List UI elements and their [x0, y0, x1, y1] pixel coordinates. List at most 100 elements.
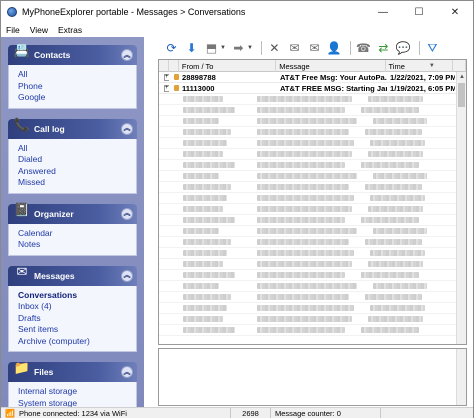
redacted-text: [183, 140, 227, 146]
panel-contacts-header[interactable]: 📇 Contacts ︽: [8, 43, 137, 65]
column-time[interactable]: Time ▼: [386, 60, 454, 72]
panel-files-header[interactable]: 📁 Files ︽: [8, 360, 137, 382]
refresh-icon[interactable]: ⟳: [163, 40, 180, 57]
row-time: 1/22/2021, 7:09 PM: [390, 72, 455, 82]
panel-organizer-title: Organizer: [34, 208, 74, 219]
new-message-icon[interactable]: 💬: [395, 40, 412, 57]
redacted-text: [257, 327, 345, 333]
column-message[interactable]: Message: [276, 60, 386, 72]
sidebar-item-notes[interactable]: Notes: [18, 239, 136, 251]
table-row[interactable]: [159, 182, 466, 193]
sidebar-item-drafts[interactable]: Drafts: [18, 313, 136, 325]
wifi-icon: 📶: [5, 408, 15, 418]
contact-icon[interactable]: 👤: [326, 40, 343, 57]
export-icon[interactable]: ⬒: [203, 40, 220, 57]
table-row[interactable]: [159, 303, 466, 314]
collapse-chevron-icon[interactable]: ︽: [121, 366, 133, 378]
redacted-text: [183, 162, 235, 168]
table-row[interactable]: [159, 204, 466, 215]
table-row[interactable]: [159, 292, 466, 303]
sidebar-item-archive[interactable]: Archive (computer): [18, 336, 136, 348]
table-row[interactable]: [159, 259, 466, 270]
redacted-text: [257, 118, 357, 124]
menu-file[interactable]: File: [6, 25, 20, 35]
panel-calllog-header[interactable]: 📞 Call log ︽: [8, 117, 137, 139]
close-button[interactable]: ✕: [437, 1, 473, 23]
table-row[interactable]: + 11113000 AT&T FREE MSG: Starting Jan..…: [159, 83, 466, 94]
sync-icon[interactable]: ⇄: [375, 40, 392, 57]
forward-dropdown-icon[interactable]: ▼: [247, 45, 253, 51]
collapse-chevron-icon[interactable]: ︽: [121, 207, 133, 220]
redacted-text: [183, 228, 219, 234]
folder-icon: 📁: [13, 360, 31, 375]
mark-read-icon[interactable]: ✉: [286, 40, 303, 57]
redacted-text: [257, 140, 354, 146]
delete-icon[interactable]: ✕: [266, 40, 283, 57]
table-row[interactable]: [159, 248, 466, 259]
call-icon[interactable]: ☎: [355, 40, 372, 57]
sidebar-item-contacts-google[interactable]: Google: [18, 92, 136, 104]
table-row[interactable]: [159, 193, 466, 204]
export-dropdown-icon[interactable]: ▼: [220, 45, 226, 51]
table-row[interactable]: [159, 127, 466, 138]
sidebar-item-calendar[interactable]: Calendar: [18, 228, 136, 240]
menu-view[interactable]: View: [30, 25, 48, 35]
column-from-to[interactable]: From / To: [179, 60, 277, 72]
sidebar-item-calllog-all[interactable]: All: [18, 143, 136, 155]
minimize-button[interactable]: —: [365, 1, 401, 23]
sidebar-item-calllog-answered[interactable]: Answered: [18, 166, 136, 178]
filter-icon[interactable]: ⛛: [424, 40, 441, 57]
list-scrollbar[interactable]: ▲: [456, 72, 466, 344]
table-row[interactable]: [159, 160, 466, 171]
forward-icon[interactable]: ➡: [230, 40, 247, 57]
table-row[interactable]: [159, 325, 466, 336]
panel-organizer-body: Calendar Notes: [8, 223, 137, 256]
mark-unread-icon[interactable]: ✉: [306, 40, 323, 57]
table-row[interactable]: [159, 215, 466, 226]
panel-contacts-body: All Phone Google: [8, 65, 137, 109]
panel-files: 📁 Files ︽ Internal storage System storag…: [8, 360, 137, 408]
redacted-text: [183, 107, 235, 113]
redacted-text: [361, 162, 419, 168]
sidebar-item-conversations[interactable]: Conversations: [18, 290, 136, 302]
scroll-thumb[interactable]: [458, 83, 465, 107]
table-row[interactable]: [159, 226, 466, 237]
list-header: From / To Message Time ▼: [159, 60, 466, 72]
redacted-text: [257, 228, 357, 234]
table-row[interactable]: [159, 94, 466, 105]
sidebar-item-contacts-phone[interactable]: Phone: [18, 81, 136, 93]
menu-extras[interactable]: Extras: [58, 25, 82, 35]
table-row[interactable]: [159, 314, 466, 325]
redacted-text: [183, 195, 227, 201]
table-row[interactable]: [159, 116, 466, 127]
panel-messages-header[interactable]: ✉ Messages ︽: [8, 264, 137, 286]
sidebar-item-calllog-missed[interactable]: Missed: [18, 177, 136, 189]
redacted-text: [183, 217, 235, 223]
table-row[interactable]: [159, 171, 466, 182]
table-row[interactable]: [159, 281, 466, 292]
sidebar-item-internal-storage[interactable]: Internal storage: [18, 386, 136, 398]
collapse-chevron-icon[interactable]: ︽: [121, 269, 133, 282]
sidebar-item-inbox[interactable]: Inbox (4): [18, 301, 136, 313]
sidebar-item-sent-items[interactable]: Sent items: [18, 324, 136, 336]
preview-scrollbar[interactable]: [456, 349, 466, 405]
scroll-up-icon[interactable]: ▲: [457, 72, 466, 82]
sidebar-item-calllog-dialed[interactable]: Dialed: [18, 154, 136, 166]
message-preview-pane[interactable]: [158, 348, 467, 406]
table-row[interactable]: [159, 149, 466, 160]
app-logo-icon: [7, 7, 17, 17]
sidebar-item-contacts-all[interactable]: All: [18, 69, 136, 81]
column-time-label: Time: [388, 61, 405, 71]
maximize-button[interactable]: ☐: [401, 1, 437, 23]
table-row[interactable]: [159, 105, 466, 116]
table-row[interactable]: [159, 270, 466, 281]
table-row[interactable]: + 28898788 AT&T Free Msg: Your AutoPa...…: [159, 72, 466, 83]
panel-organizer-header[interactable]: 📓 Organizer ︽: [8, 202, 137, 224]
table-row[interactable]: [159, 237, 466, 248]
table-row[interactable]: [159, 138, 466, 149]
download-arrow-icon[interactable]: ⬇: [183, 40, 200, 57]
collapse-chevron-icon[interactable]: ︽: [121, 122, 133, 135]
collapse-chevron-icon[interactable]: ︽: [121, 49, 133, 61]
sidebar-item-system-storage[interactable]: System storage: [18, 398, 136, 408]
redacted-text: [257, 206, 352, 212]
